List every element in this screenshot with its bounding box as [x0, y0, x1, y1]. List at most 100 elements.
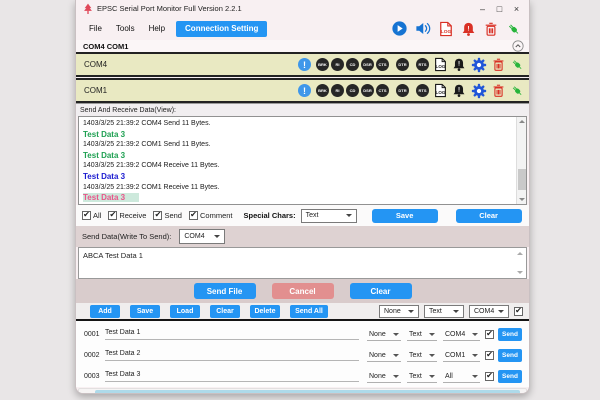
checkbox-comment[interactable] [189, 211, 198, 220]
horizontal-scrollbar[interactable] [78, 388, 527, 394]
send-port-select[interactable]: COM4 [179, 229, 225, 244]
signal-rts[interactable]: RTS [416, 58, 429, 71]
row-text-input[interactable]: Test Data 1 [105, 329, 359, 340]
chevron-down-icon [346, 214, 352, 217]
signal-dsr[interactable]: DSR [361, 58, 374, 71]
log-scrollbar[interactable] [516, 117, 526, 204]
default-format-select[interactable]: Text [424, 305, 464, 318]
signal-brk[interactable]: BRK [316, 58, 329, 71]
port-icons: ! BRK RI CD DSR CTS DTR RTS LOG ! [298, 83, 524, 99]
row-checkbox[interactable] [485, 351, 494, 360]
trash-icon[interactable] [492, 83, 505, 98]
row-checkbox[interactable] [485, 330, 494, 339]
alarm-icon[interactable]: ! [452, 57, 466, 72]
signal-rts[interactable]: RTS [416, 84, 429, 97]
row-port-select[interactable]: COM4 [443, 328, 480, 341]
signal-dsr[interactable]: DSR [361, 84, 374, 97]
trash-icon[interactable] [492, 57, 505, 72]
scroll-up-icon[interactable] [515, 249, 525, 258]
checkbox-all[interactable] [82, 211, 91, 220]
gear-icon[interactable] [471, 83, 487, 99]
signal-dtr[interactable]: DTR [396, 58, 409, 71]
signal-dtr[interactable]: DTR [396, 84, 409, 97]
alert-balloon-icon[interactable]: ! [298, 58, 311, 71]
signal-brk[interactable]: BRK [316, 84, 329, 97]
log-line: Test Data 3 [83, 172, 512, 183]
row-index: 0001 [84, 331, 103, 338]
save-queue-button[interactable]: Save [130, 305, 160, 318]
send-all-button[interactable]: Send All [290, 305, 328, 318]
gear-icon[interactable] [471, 57, 487, 73]
alarm-icon[interactable]: ! [452, 83, 466, 98]
menu-tools[interactable]: Tools [109, 22, 142, 35]
alarm-icon[interactable]: ! [461, 21, 476, 37]
clear-view-button[interactable]: Clear [456, 209, 522, 223]
collapse-chevron-icon[interactable] [512, 40, 524, 52]
log-icon[interactable]: LOG [434, 57, 447, 72]
log-icon[interactable]: LOG [434, 83, 447, 98]
default-port-select[interactable]: COM4 [469, 305, 509, 318]
send-data-input[interactable]: ABCA Test Data 1 [78, 247, 527, 279]
row-format-select[interactable]: Text [407, 370, 437, 383]
signal-cd[interactable]: CD [346, 58, 359, 71]
save-view-button[interactable]: Save [372, 209, 438, 223]
scrollbar-thumb[interactable] [95, 390, 520, 394]
row-text-input[interactable]: Test Data 2 [105, 350, 359, 361]
row-special-select[interactable]: None [367, 349, 401, 362]
row-send-button[interactable]: Send [498, 349, 522, 362]
row-checkbox[interactable] [485, 372, 494, 381]
chevron-down-icon [453, 310, 459, 313]
alert-balloon-icon[interactable]: ! [298, 84, 311, 97]
chevron-down-icon [472, 375, 478, 378]
minimize-button[interactable]: – [474, 2, 491, 16]
delete-button[interactable]: Delete [250, 305, 280, 318]
special-chars-select[interactable]: Text [301, 209, 357, 223]
signal-cts[interactable]: CTS [376, 58, 389, 71]
connect-icon[interactable] [510, 57, 524, 72]
select-all-checkbox[interactable] [514, 307, 523, 316]
scroll-down-icon[interactable] [515, 268, 525, 277]
row-port-select[interactable]: COM1 [443, 349, 480, 362]
connection-setting-button[interactable]: Connection Setting [176, 21, 267, 37]
maximize-button[interactable]: □ [491, 2, 508, 16]
signal-cts[interactable]: CTS [376, 84, 389, 97]
menu-help[interactable]: Help [142, 22, 172, 35]
row-format-select[interactable]: Text [407, 328, 437, 341]
load-button[interactable]: Load [170, 305, 200, 318]
signal-ri[interactable]: RI [331, 84, 344, 97]
signal-ri[interactable]: RI [331, 58, 344, 71]
clear-send-button[interactable]: Clear [350, 283, 412, 299]
add-button[interactable]: Add [90, 305, 120, 318]
default-special-select[interactable]: None [379, 305, 419, 318]
send-file-button[interactable]: Send File [194, 283, 256, 299]
trash-icon[interactable] [484, 21, 498, 37]
signal-cd[interactable]: CD [346, 84, 359, 97]
checkbox-send[interactable] [153, 211, 162, 220]
table-row: 0001 Test Data 1 None Text COM4 Send [76, 324, 529, 345]
row-special-select[interactable]: None [367, 328, 401, 341]
checkbox-receive[interactable] [108, 211, 117, 220]
row-send-button[interactable]: Send [498, 370, 522, 383]
scroll-down-icon[interactable] [517, 195, 527, 204]
app-window: EPSC Serial Port Monitor Full Version 2.… [75, 0, 530, 394]
log-line: 1403/3/25 21:39:2 COM4 Send 11 Bytes. [83, 119, 512, 130]
svg-text:LOG: LOG [441, 28, 452, 34]
speaker-icon[interactable] [415, 21, 431, 36]
row-port-select[interactable]: All [443, 370, 480, 383]
log-view[interactable]: 1403/3/25 21:39:2 COM4 Send 11 Bytes. Te… [78, 116, 527, 205]
scroll-up-icon[interactable] [517, 117, 527, 126]
log-icon[interactable]: LOG [439, 21, 453, 37]
row-format-select[interactable]: Text [407, 349, 437, 362]
chevron-down-icon [429, 333, 435, 336]
row-send-button[interactable]: Send [498, 328, 522, 341]
close-button[interactable]: × [508, 2, 525, 16]
scrollbar-thumb[interactable] [518, 169, 526, 190]
connect-icon[interactable] [506, 21, 521, 37]
cancel-button[interactable]: Cancel [272, 283, 334, 299]
menu-file[interactable]: File [82, 22, 109, 35]
row-text-input[interactable]: Test Data 3 [105, 371, 359, 382]
row-special-select[interactable]: None [367, 370, 401, 383]
connect-icon[interactable] [510, 83, 524, 98]
play-icon[interactable] [392, 21, 407, 36]
clear-queue-button[interactable]: Clear [210, 305, 240, 318]
